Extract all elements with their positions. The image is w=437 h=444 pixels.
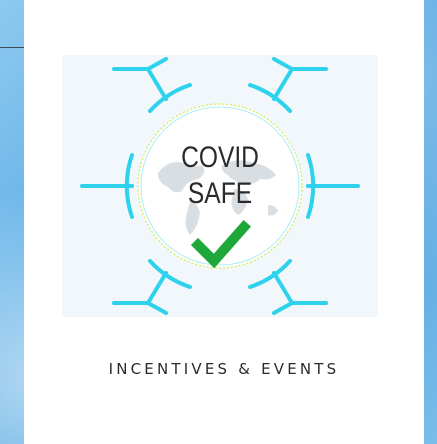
covid-safe-badge-icon: COVID SAFE (80, 57, 360, 315)
badge-line-1: COVID (181, 140, 259, 174)
badge-line-2: SAFE (188, 176, 252, 210)
caption-incentives-events: INCENTIVES & EVENTS (108, 360, 340, 378)
divider-line (0, 47, 24, 48)
covid-safe-badge: COVID SAFE (62, 55, 378, 317)
